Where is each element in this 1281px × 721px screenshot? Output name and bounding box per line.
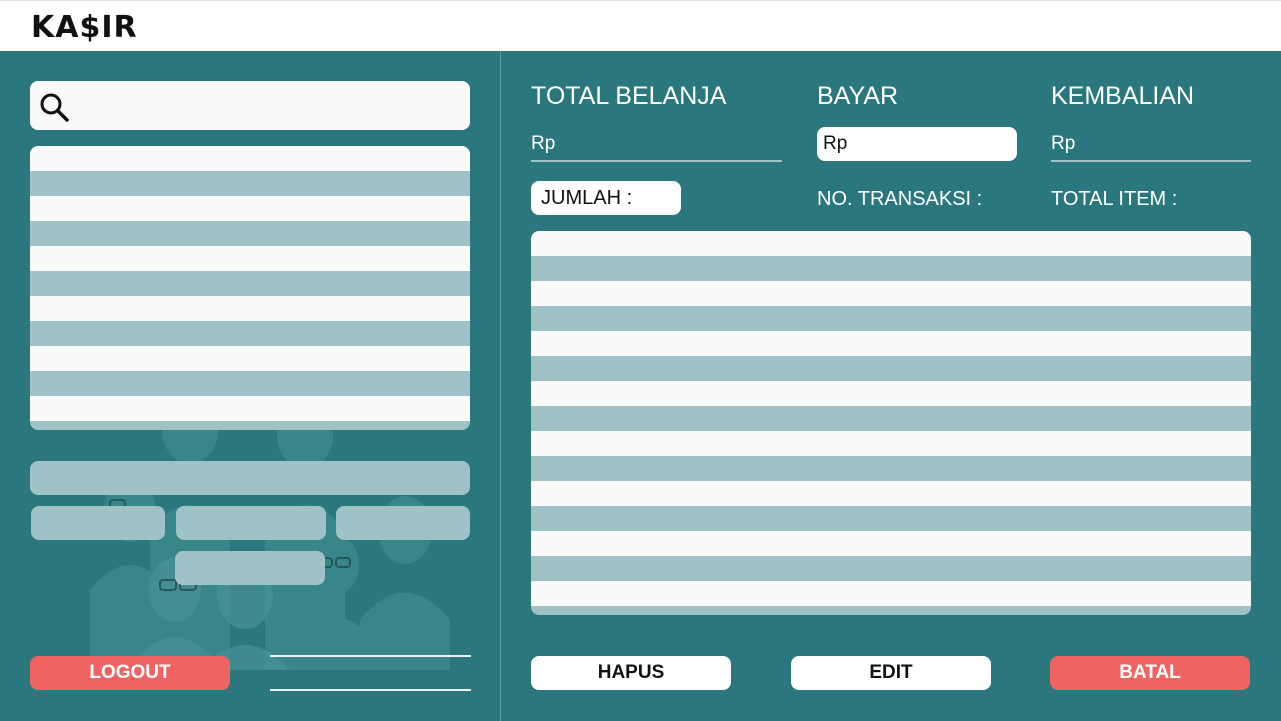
- batal-button[interactable]: BATAL: [1050, 656, 1250, 690]
- option-button-4[interactable]: [175, 551, 325, 585]
- total-item-label: TOTAL ITEM :: [1051, 188, 1178, 210]
- kembalian-value: Rp: [1051, 133, 1251, 162]
- no-transaksi-label: NO. TRANSAKSI :: [817, 188, 983, 210]
- bayar-input[interactable]: Rp: [817, 127, 1017, 161]
- app-title: KA$IR: [31, 10, 138, 45]
- hapus-button[interactable]: HAPUS: [531, 656, 731, 690]
- option-button-1[interactable]: [31, 506, 165, 540]
- search-icon[interactable]: [38, 91, 70, 123]
- jumlah-field[interactable]: JUMLAH :: [531, 181, 681, 215]
- option-button-2[interactable]: [176, 506, 326, 540]
- edit-button[interactable]: EDIT: [791, 656, 991, 690]
- cart-table[interactable]: [531, 231, 1251, 615]
- kembalian-label: KEMBALIAN: [1051, 82, 1195, 110]
- total-belanja-label: TOTAL BELANJA: [531, 82, 727, 110]
- search-bar[interactable]: [30, 81, 470, 130]
- product-name-field[interactable]: [30, 461, 470, 495]
- header-bar: KA$IR: [0, 0, 1281, 51]
- search-input[interactable]: [78, 87, 458, 124]
- panel-divider: [500, 51, 501, 721]
- total-belanja-value: Rp: [531, 133, 782, 162]
- product-list[interactable]: [30, 146, 470, 430]
- line-input-field[interactable]: [270, 655, 471, 691]
- bayar-label: BAYAR: [817, 82, 899, 110]
- option-button-3[interactable]: [336, 506, 470, 540]
- logout-button[interactable]: LOGOUT: [30, 656, 230, 690]
